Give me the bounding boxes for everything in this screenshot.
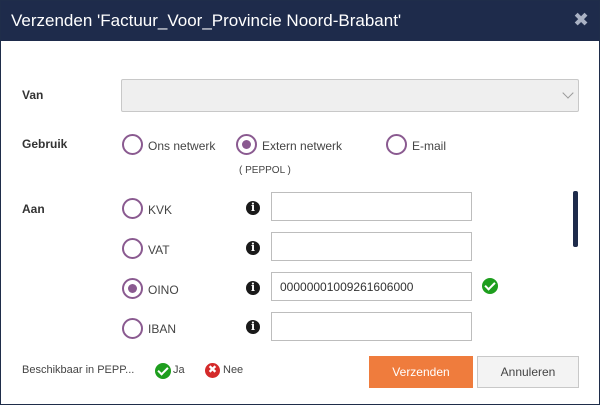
vat-input[interactable] [271, 232, 472, 261]
gebruik-label: Gebruik [22, 137, 68, 151]
availability-label: Beschikbaar in PEPP... [22, 364, 135, 376]
radio-ons-netwerk-label: Ons netwerk [148, 139, 216, 153]
close-icon[interactable]: ✖ [573, 9, 589, 32]
peppol-sublabel: ( PEPPOL ) [239, 165, 291, 176]
check-circle-icon [482, 278, 498, 294]
radio-email-label: E-mail [412, 139, 447, 153]
kvk-input[interactable] [271, 192, 472, 221]
info-icon[interactable]: i [246, 241, 260, 255]
no-label: Nee [223, 364, 244, 376]
radio-kvk-label: KVK [148, 203, 173, 217]
van-label: Van [22, 88, 44, 102]
iban-input[interactable] [271, 312, 472, 341]
oino-input[interactable] [271, 272, 472, 301]
info-icon[interactable]: i [246, 201, 260, 215]
radio-oino[interactable] [122, 278, 143, 299]
scrollbar-thumb[interactable] [573, 191, 578, 247]
dialog-titlebar: Verzenden 'Factuur_Voor_Provincie Noord-… [1, 1, 599, 41]
radio-vat[interactable] [122, 238, 143, 259]
dialog-title: Verzenden 'Factuur_Voor_Provincie Noord-… [11, 11, 402, 30]
radio-vat-label: VAT [148, 243, 170, 257]
radio-extern-netwerk-label: Extern netwerk [262, 139, 343, 153]
yes-label: Ja [173, 364, 185, 376]
send-dialog: Verzenden 'Factuur_Voor_Provincie Noord-… [0, 0, 600, 405]
x-circle-icon: ✖ [205, 363, 220, 378]
send-button[interactable]: Verzenden [369, 356, 473, 388]
radio-kvk[interactable] [122, 198, 143, 219]
van-select[interactable] [121, 79, 579, 112]
radio-iban[interactable] [122, 318, 143, 339]
info-icon[interactable]: i [246, 320, 260, 334]
check-circle-icon [155, 363, 171, 379]
radio-extern-netwerk[interactable] [236, 134, 257, 155]
radio-oino-label: OINO [148, 283, 179, 297]
radio-ons-netwerk[interactable] [122, 134, 143, 155]
chevron-down-icon [562, 87, 574, 99]
info-icon[interactable]: i [246, 281, 260, 295]
cancel-button[interactable]: Annuleren [477, 356, 579, 388]
radio-iban-label: IBAN [148, 322, 177, 336]
radio-email[interactable] [386, 134, 407, 155]
aan-label: Aan [22, 202, 45, 216]
